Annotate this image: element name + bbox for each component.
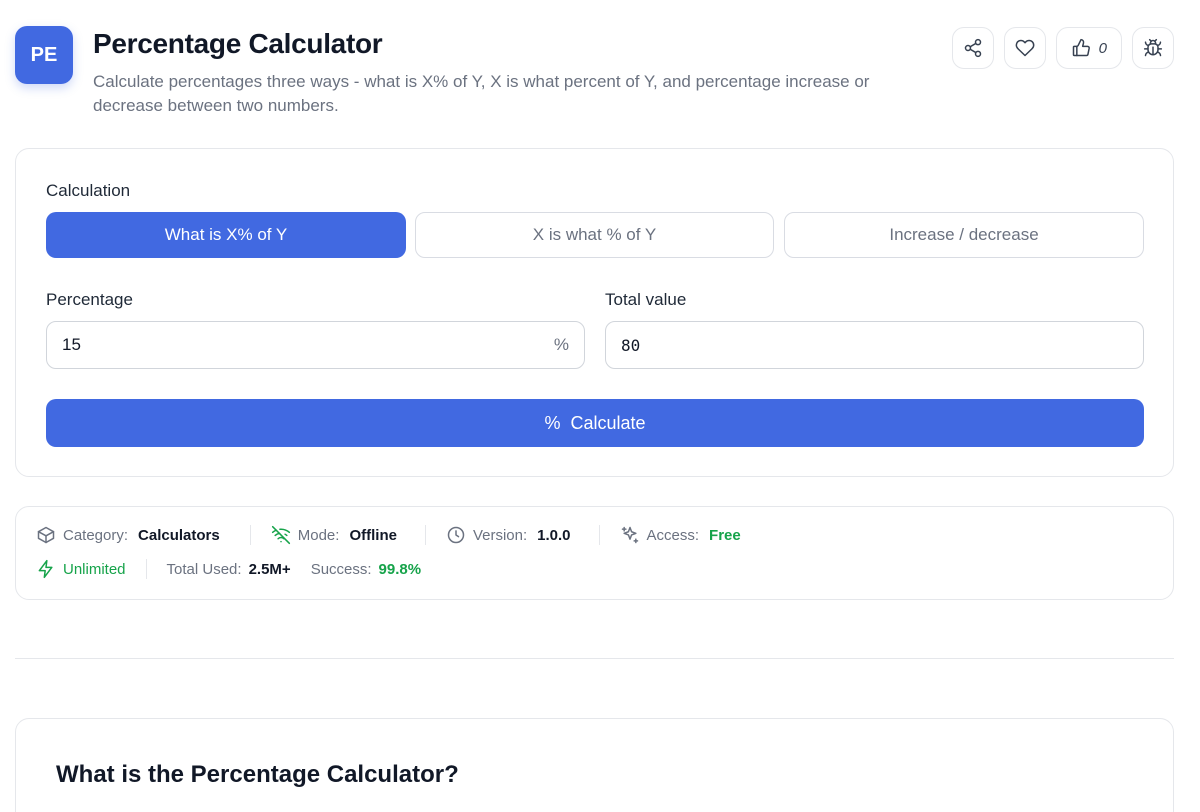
- info-title: What is the Percentage Calculator?: [56, 761, 459, 788]
- box-icon: [37, 526, 55, 544]
- wifi-off-icon: [271, 525, 290, 545]
- success-value: 99.8%: [378, 560, 422, 578]
- total-value-input[interactable]: [621, 335, 1128, 355]
- percentage-input[interactable]: [62, 335, 554, 355]
- clock-icon: [447, 526, 465, 544]
- tab-what-is-x-percent-of-y[interactable]: What is X% of Y: [46, 212, 406, 258]
- meta-row-1: Category: Calculators Mode: Offline Vers…: [36, 525, 741, 545]
- info-card: What is the Percentage Calculator?: [15, 718, 1174, 812]
- meta-total-used: Total Used: 2.5M+: [167, 561, 291, 578]
- success-label: Success:: [310, 560, 372, 578]
- bug-icon: [1143, 38, 1163, 57]
- lightning-icon: [38, 559, 53, 579]
- access-value: Free: [709, 526, 741, 544]
- page: PE Percentage Calculator Calculate perce…: [0, 0, 1200, 812]
- percent-suffix: %: [553, 335, 569, 354]
- section-divider: [15, 658, 1174, 659]
- heart-icon: [1015, 39, 1035, 57]
- header-actions: 0: [951, 27, 1174, 69]
- total-value-field: [605, 321, 1144, 369]
- page-subtitle: Calculate percentages three ways - what …: [93, 72, 870, 115]
- meta-unlimited: Unlimited: [36, 559, 126, 579]
- total-value-label: Total value: [605, 290, 687, 309]
- like-button[interactable]: 0: [1055, 27, 1122, 69]
- meta-row-2: Unlimited Total Used: 2.5M+ Success: 99.…: [36, 559, 421, 579]
- unlimited-label: Unlimited: [63, 560, 126, 578]
- total-used-label: Total Used:: [166, 560, 242, 578]
- meta-separator: [598, 525, 600, 545]
- share-button[interactable]: [951, 27, 994, 69]
- meta-separator: [249, 525, 251, 545]
- app-logo: PE: [15, 26, 73, 84]
- tab-x-is-what-percent-of-y[interactable]: X is what % of Y: [415, 212, 774, 258]
- meta-category: Category: Calculators: [36, 525, 220, 545]
- meta-version: Version: 1.0.0: [446, 525, 571, 545]
- report-bug-button[interactable]: [1132, 27, 1174, 69]
- share-icon: [964, 38, 981, 58]
- version-label: Version:: [472, 526, 528, 544]
- meta-success: Success: 99.8%: [311, 561, 421, 578]
- category-value: Calculators: [138, 526, 220, 544]
- category-label: Category:: [63, 526, 129, 544]
- favorite-button[interactable]: [1003, 27, 1046, 69]
- percentage-label: Percentage: [46, 290, 133, 309]
- access-label: Access:: [646, 526, 700, 544]
- percentage-field: %: [46, 321, 585, 369]
- meta-access: Access: Free: [620, 525, 741, 545]
- thumbs-up-icon: [1072, 38, 1090, 57]
- sparkles-icon: [621, 526, 638, 544]
- total-used-value: 2.5M+: [248, 560, 291, 578]
- mode-value: Offline: [349, 526, 397, 544]
- calculator-card: Calculation What is X% of Y X is what % …: [15, 148, 1174, 477]
- meta-separator: [145, 559, 147, 579]
- calculation-label: Calculation: [46, 181, 131, 200]
- like-count: 0: [1098, 39, 1107, 57]
- mode-label: Mode:: [297, 526, 340, 544]
- calculate-button[interactable]: % Calculate: [46, 399, 1144, 447]
- tool-meta-card: Category: Calculators Mode: Offline Vers…: [15, 506, 1174, 600]
- percent-icon: %: [544, 412, 561, 433]
- calculate-label: Calculate: [570, 412, 646, 433]
- page-title: Percentage Calculator: [93, 28, 383, 59]
- meta-separator: [424, 525, 426, 545]
- meta-mode: Mode: Offline: [271, 525, 397, 545]
- tab-increase-decrease[interactable]: Increase / decrease: [784, 212, 1144, 258]
- version-value: 1.0.0: [537, 526, 571, 544]
